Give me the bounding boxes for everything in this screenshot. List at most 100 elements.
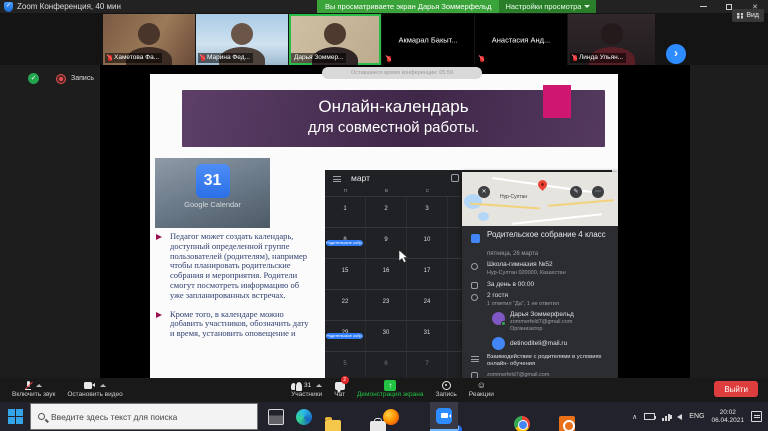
participant-tile[interactable]: Линда Ульян...	[568, 14, 655, 65]
participants-button[interactable]: 31 Участники	[285, 378, 328, 398]
event-map[interactable]: Нур-Султан ✕ ✎ ⋯	[462, 172, 618, 226]
participant-tile[interactable]: Анастасия Анд...	[475, 14, 567, 65]
calendar-day-cell[interactable]: 5	[325, 351, 366, 378]
unmute-button[interactable]: Включить звук	[6, 378, 61, 398]
participant-tile-active-speaker[interactable]: Дарья Зоммер...	[289, 14, 381, 65]
calendar-day-cell[interactable]: 24	[407, 289, 448, 320]
calendar-day-cell[interactable]: 23	[366, 289, 407, 320]
logo-caption: Google Calendar	[155, 200, 270, 209]
presentation-slide: Онлайн-календарь для совместной работы. …	[150, 74, 618, 378]
guest-email: detinoditeli@mail.ru	[510, 340, 567, 347]
participant-name: Марина Фед...	[207, 54, 250, 62]
bullet-item: Кроме того, в календаре можно добавить у…	[154, 310, 312, 339]
calendar-day-cell[interactable]: 1	[325, 196, 366, 227]
chat-button[interactable]: 2 Чат	[328, 378, 351, 398]
calendar-31-icon: 31	[196, 164, 230, 198]
event-color-square	[471, 234, 480, 243]
start-button[interactable]	[8, 409, 23, 424]
leave-meeting-button[interactable]: Выйти	[714, 381, 758, 397]
muted-mic-icon	[201, 55, 205, 61]
bullet-item: Педагог может создать календарь, доступн…	[154, 232, 312, 301]
taskbar-search-input[interactable]: Введите здесь текст для поиска	[30, 403, 258, 430]
calendar-day-cell[interactable]: 17	[407, 258, 448, 289]
event-title: Родительское собрание 4 класс	[487, 230, 609, 240]
calendar-event-pill[interactable]: Родительское собр.	[326, 333, 363, 339]
decorative-pink-rectangle	[543, 85, 571, 118]
participant-tile[interactable]: Хаметова Фа...	[103, 14, 195, 65]
action-center-icon[interactable]	[751, 411, 762, 422]
firefox-icon[interactable]	[383, 409, 399, 425]
calendar-day-cell[interactable]: 7	[407, 351, 448, 378]
calendar-day-cell[interactable]: 3	[407, 196, 448, 227]
calendar-event-pill[interactable]: Родительское собр.	[326, 240, 363, 246]
muted-mic-icon	[480, 56, 484, 62]
connection-ok-icon: ✓	[28, 73, 39, 84]
chrome-icon[interactable]	[514, 416, 530, 431]
reactions-button[interactable]: ☺ Реакции	[463, 378, 500, 398]
edit-pencil-icon[interactable]: ✎	[570, 186, 582, 198]
speaker-icon[interactable]	[677, 414, 682, 420]
window-title: Zoom Конференция, 40 мин	[17, 2, 121, 11]
remaining-time-pill: Оставшееся время конференции: 05:59	[322, 67, 482, 79]
microsoft-store-icon[interactable]	[370, 421, 386, 431]
location-icon	[471, 263, 478, 270]
calendar-day-cell[interactable]: 30	[366, 320, 407, 351]
calendar-header-icon[interactable]	[451, 174, 459, 182]
organizer-email: zommerfeld7@gmail.com	[510, 319, 572, 325]
participant-tile[interactable]: Марина Фед...	[196, 14, 288, 65]
grid-view-icon	[737, 13, 743, 19]
participant-tile[interactable]: Акмарал Бакыт...	[382, 14, 474, 65]
view-button[interactable]: Вид	[732, 9, 764, 22]
zoom-app-taskbar-icon[interactable]	[430, 402, 458, 431]
next-participants-arrow-button[interactable]: ›	[666, 44, 686, 64]
chevron-up-icon[interactable]	[316, 384, 322, 387]
stop-video-button[interactable]: Остановить видео	[61, 378, 128, 398]
windows-taskbar: Введите здесь текст для поиска 3 ∧ ENG 2…	[0, 402, 768, 431]
slide-title-line2: для совместной работы.	[182, 118, 605, 137]
calendar-day-cell[interactable]: 31	[407, 320, 448, 351]
guest-avatar	[492, 337, 505, 350]
battery-icon[interactable]	[644, 413, 655, 420]
minimize-button[interactable]	[690, 0, 716, 13]
calendar-day-cell[interactable]: 10	[407, 227, 448, 258]
participant-name: Хаметова Фа...	[114, 54, 159, 62]
title-bar: ✓ Zoom Конференция, 40 мин Вы просматрив…	[0, 0, 768, 13]
hamburger-menu-icon[interactable]	[333, 176, 341, 182]
screen-share-banner: Вы просматриваете экран Дарья Зоммерфель…	[317, 0, 596, 13]
edge-browser-icon[interactable]	[296, 409, 312, 425]
chevron-up-icon[interactable]	[100, 384, 106, 387]
recording-indicator: ✓ Запись	[28, 73, 94, 84]
language-indicator[interactable]: ENG	[689, 413, 704, 420]
more-options-icon[interactable]: ⋯	[592, 186, 604, 198]
close-icon[interactable]: ✕	[478, 186, 490, 198]
event-description: Взаимодействие с родителями в условиях о…	[487, 354, 607, 368]
weekday-label: В	[366, 188, 407, 193]
bell-icon	[471, 282, 478, 289]
task-view-button[interactable]	[268, 409, 284, 425]
tray-expand-chevron-icon[interactable]: ∧	[632, 413, 637, 421]
security-shield-icon: ✓	[4, 2, 13, 12]
organizer-name: Дарья Зоммерфельд	[510, 311, 574, 318]
participant-name: Анастасия Анд...	[475, 35, 567, 44]
guests-count: 2 гостя	[487, 292, 508, 299]
presence-dot	[501, 321, 506, 326]
orange-app-icon[interactable]	[559, 416, 575, 431]
calendar-day-cell[interactable]: 29Родительское собр.	[325, 320, 366, 351]
organizer-avatar	[492, 312, 505, 325]
view-settings-button[interactable]: Настройки просмотра	[499, 0, 596, 13]
calendar-day-cell[interactable]: 2	[366, 196, 407, 227]
zoom-camera-icon	[436, 408, 452, 424]
share-screen-button[interactable]: ↑ Демонстрация экрана	[351, 378, 429, 398]
slide-title-banner: Онлайн-календарь для совместной работы.	[182, 90, 605, 147]
tray-time: 20:02	[720, 409, 736, 416]
calendar-day-cell[interactable]: 8Родительское собр.	[325, 227, 366, 258]
record-button[interactable]: Запись	[429, 378, 462, 398]
clock[interactable]: 20:02 06.04.2021	[711, 409, 744, 424]
chevron-up-icon[interactable]	[36, 384, 42, 387]
record-icon	[56, 74, 66, 84]
event-location-sub: Нур-Султан 020000, Казахстан	[487, 270, 566, 276]
file-explorer-icon[interactable]	[325, 420, 341, 431]
calendar-day-cell[interactable]: 15	[325, 258, 366, 289]
calendar-day-cell[interactable]: 22	[325, 289, 366, 320]
calendar-day-cell[interactable]: 6	[366, 351, 407, 378]
